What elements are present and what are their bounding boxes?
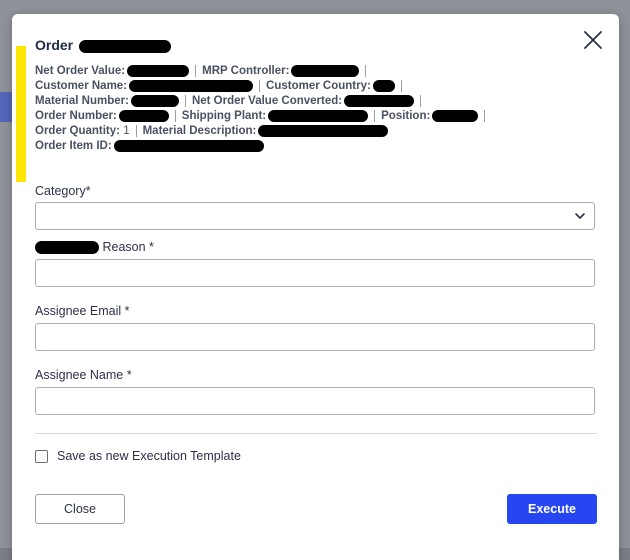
separator — [174, 109, 176, 122]
yellow-highlight-marker — [16, 46, 26, 182]
customer-country-label: Customer Country: — [266, 80, 371, 92]
order-item-id-label: Order Item ID: — [35, 140, 112, 152]
mrp-controller-label: MRP Controller: — [202, 65, 290, 77]
divider — [35, 433, 597, 434]
execute-button[interactable]: Execute — [507, 494, 597, 524]
customer-name-label: Customer Name: — [35, 80, 128, 92]
meta-line-1: Net Order Value: MRP Controller: — [35, 64, 595, 79]
dialog-title: Order — [35, 37, 172, 53]
position-label: Position: — [381, 110, 431, 122]
chevron-down-icon — [575, 213, 585, 220]
order-quantity-value: 1 — [123, 125, 130, 137]
separator — [374, 109, 376, 122]
execution-dialog: Order Net Order Value: MRP Controller: Cu… — [12, 14, 619, 560]
separator — [135, 124, 137, 137]
reason-label: Reason * — [102, 240, 154, 254]
separator — [420, 94, 422, 107]
redaction — [79, 39, 172, 53]
separator — [184, 94, 186, 107]
assignee-name-input[interactable] — [35, 387, 595, 415]
redaction — [118, 109, 169, 122]
redaction — [35, 241, 99, 255]
separator — [484, 109, 486, 122]
reason-input[interactable] — [35, 259, 595, 287]
redaction — [129, 79, 254, 92]
assignee-email-input[interactable] — [35, 323, 595, 351]
save-template-checkbox[interactable] — [35, 450, 48, 463]
separator — [365, 64, 367, 77]
net-order-value-label: Net Order Value: — [35, 65, 126, 77]
meta-line-5: Order Quantity: 1 Material Description: — [35, 124, 595, 139]
separator — [400, 79, 402, 92]
redaction — [372, 79, 395, 92]
meta-line-6: Order Item ID: — [35, 139, 595, 154]
category-label: Category* — [35, 184, 91, 198]
redaction — [113, 139, 264, 152]
redaction — [258, 124, 389, 137]
separator — [259, 79, 261, 92]
redaction — [291, 64, 360, 77]
close-button[interactable]: Close — [35, 494, 125, 524]
redaction — [127, 64, 190, 77]
net-order-value-converted-label: Net Order Value Converted: — [191, 95, 343, 107]
category-select[interactable] — [35, 202, 595, 230]
meta-line-2: Customer Name: Customer Country: — [35, 79, 595, 94]
material-number-label: Material Number: — [35, 95, 129, 107]
redaction — [130, 94, 179, 107]
close-icon[interactable] — [581, 28, 605, 52]
order-details: Net Order Value: MRP Controller: Customer… — [35, 64, 595, 154]
assignee-name-label: Assignee Name * — [35, 368, 132, 382]
redaction — [268, 109, 369, 122]
reason-label-row: Reason * — [35, 240, 154, 255]
save-template-label[interactable]: Save as new Execution Template — [57, 449, 241, 463]
redaction — [432, 109, 479, 122]
meta-line-4: Order Number: Shipping Plant: Position: — [35, 109, 595, 124]
assignee-email-label: Assignee Email * — [35, 304, 130, 318]
order-number-label: Order Number: — [35, 110, 117, 122]
redaction — [344, 94, 415, 107]
material-description-label: Material Description: — [142, 125, 257, 137]
meta-line-3: Material Number: Net Order Value Converte… — [35, 94, 595, 109]
dialog-title-text: Order — [35, 37, 74, 53]
order-quantity-label: Order Quantity: — [35, 125, 120, 137]
shipping-plant-label: Shipping Plant: — [181, 110, 267, 122]
separator — [195, 64, 197, 77]
backdrop-nav-highlight — [0, 92, 12, 122]
